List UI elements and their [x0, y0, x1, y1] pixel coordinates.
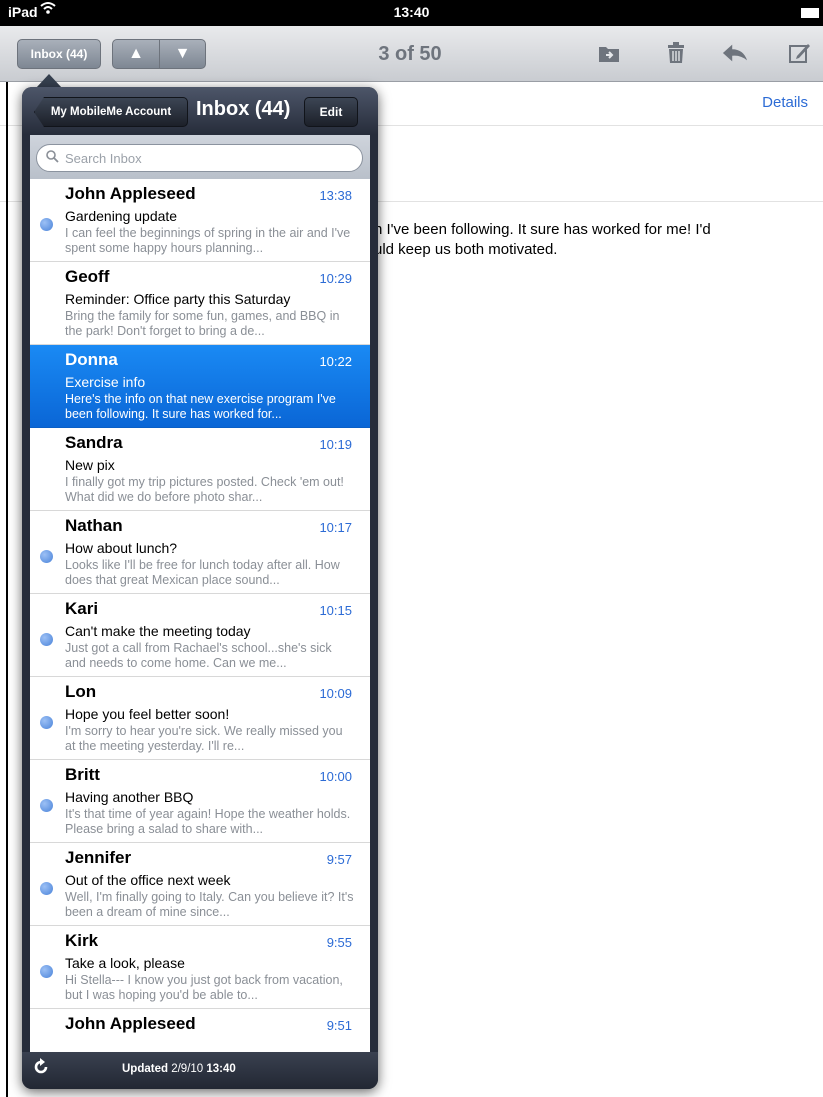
search-placeholder: Search Inbox [65, 150, 142, 166]
message-sender: Nathan [65, 516, 123, 535]
message-subject: Take a look, please [65, 955, 185, 971]
folder-move-icon[interactable] [596, 40, 622, 66]
message-sender: Kari [65, 599, 99, 618]
message-sender: Kirk [65, 931, 99, 950]
updated-label: Updated [122, 1063, 168, 1075]
inbox-popover: My MobileMe Account Inbox (44) Edit Sear… [22, 87, 378, 1089]
message-preview: I finally got my trip pictures posted. C… [65, 475, 344, 504]
back-button[interactable]: My MobileMe Account [34, 97, 188, 127]
message-preview: Well, I'm finally going to Italy. Can yo… [65, 890, 354, 919]
compose-icon[interactable] [787, 40, 813, 66]
unread-dot-icon [40, 716, 53, 729]
reply-icon[interactable] [722, 40, 748, 66]
popover-arrow [36, 74, 62, 88]
updated-time: 13:40 [206, 1063, 236, 1075]
previous-message-button[interactable]: ▲ [113, 40, 159, 68]
message-subject: Reminder: Office party this Saturday [65, 291, 291, 307]
message-sender: Lon [65, 682, 97, 701]
message-time: 10:00 [319, 769, 352, 784]
message-time: 10:09 [319, 686, 352, 701]
search-input[interactable]: Search Inbox [36, 144, 363, 172]
message-time: 9:51 [326, 1018, 352, 1033]
message-preview: Bring the family for some fun, games, an… [65, 309, 340, 338]
unread-dot-icon [40, 218, 53, 231]
unread-dot-icon [40, 965, 53, 978]
message-sender: John Appleseed [65, 184, 196, 203]
message-time: 13:38 [319, 188, 352, 203]
message-subject: Having another BBQ [65, 789, 194, 805]
edit-button[interactable]: Edit [304, 97, 358, 127]
message-time: 10:19 [319, 437, 352, 452]
next-message-button[interactable]: ▼ [158, 40, 205, 68]
body-line: uld keep us both motivated. [374, 241, 558, 258]
search-bar: Search Inbox [30, 135, 370, 179]
popover-title: Inbox (44) [196, 98, 291, 120]
message-sender: Donna [65, 350, 118, 369]
message-sender: Jennifer [65, 848, 132, 867]
popover-header: My MobileMe Account Inbox (44) Edit [22, 87, 378, 135]
status-bar: iPad 13:40 [0, 0, 823, 26]
message-list-area: Search Inbox John Appleseed 13:38 Gardenin… [30, 135, 370, 1052]
message-toolbar: Inbox (44) ▲ ▼ 3 of 50 [0, 26, 823, 82]
message-time: 10:29 [319, 271, 352, 286]
message-preview: Hi Stella--- I know you just got back fr… [65, 973, 343, 1002]
message-row[interactable]: Geoff 10:29 Reminder: Office party this Sa… [30, 262, 370, 345]
message-time: 10:15 [319, 603, 352, 618]
message-sender: Geoff [65, 267, 110, 286]
unread-dot-icon [40, 550, 53, 563]
screen-edge [6, 82, 8, 1097]
message-row[interactable]: Donna 10:22 Exercise info Here's the info o… [30, 345, 370, 428]
message-sender: John Appleseed [65, 1014, 196, 1033]
message-counter: 3 of 50 [378, 43, 442, 65]
search-icon [46, 150, 59, 166]
message-preview: I'm sorry to hear you're sick. We really… [65, 724, 343, 753]
message-row[interactable]: Nathan 10:17 How about lunch? Looks like I'… [30, 511, 370, 594]
message-body: n I've been following. It sure has worke… [374, 220, 814, 260]
message-time: 10:22 [319, 354, 352, 369]
message-sender: Sandra [65, 433, 123, 452]
message-row[interactable]: Lon 10:09 Hope you feel better soon! I'm so… [30, 677, 370, 760]
message-time: 9:55 [326, 935, 352, 950]
message-subject: Gardening update [65, 208, 178, 224]
unread-dot-icon [40, 633, 53, 646]
message-preview: Just got a call from Rachael's school...… [65, 641, 332, 670]
message-row[interactable]: John Appleseed 9:51 [30, 1009, 370, 1049]
message-preview: Here's the info on that new exercise pro… [65, 392, 336, 421]
inbox-button[interactable]: Inbox (44) [17, 39, 101, 69]
message-subject: How about lunch? [65, 540, 178, 556]
message-row[interactable]: Kirk 9:55 Take a look, please Hi Stella--- … [30, 926, 370, 1009]
message-preview: I can feel the beginnings of spring in t… [65, 226, 351, 255]
body-line: n I've been following. It sure has worke… [374, 221, 711, 238]
message-subject: Can't make the meeting today [65, 623, 251, 639]
message-row[interactable]: Jennifer 9:57 Out of the office next week W… [30, 843, 370, 926]
message-preview: It's that time of year again! Hope the w… [65, 807, 351, 836]
popover-footer: Updated 2/9/10 13:40 [22, 1052, 378, 1089]
status-time: 13:40 [393, 4, 430, 20]
unread-dot-icon [40, 882, 53, 895]
refresh-icon[interactable] [32, 1058, 50, 1082]
message-row[interactable]: John Appleseed 13:38 Gardening update I can… [30, 179, 370, 262]
message-preview: Looks like I'll be free for lunch today … [65, 558, 340, 587]
trash-icon[interactable] [663, 40, 689, 66]
message-row[interactable]: Kari 10:15 Can't make the meeting today Jus… [30, 594, 370, 677]
last-updated: Updated 2/9/10 13:40 [122, 1063, 236, 1075]
unread-dot-icon [40, 799, 53, 812]
message-row[interactable]: Britt 10:00 Having another BBQ It's that ti… [30, 760, 370, 843]
details-link[interactable]: Details [762, 94, 808, 111]
message-row[interactable]: Sandra 10:19 New pix I finally got my trip … [30, 428, 370, 511]
message-time: 9:57 [326, 852, 352, 867]
message-list: John Appleseed 13:38 Gardening update I can… [30, 179, 370, 1049]
message-subject: Exercise info [65, 374, 146, 390]
message-nav-segment: ▲ ▼ [112, 39, 206, 69]
message-sender: Britt [65, 765, 100, 784]
message-subject: Hope you feel better soon! [65, 706, 230, 722]
message-subject: New pix [65, 457, 115, 473]
updated-date: 2/9/10 [171, 1063, 204, 1075]
message-subject: Out of the office next week [65, 872, 231, 888]
message-time: 10:17 [319, 520, 352, 535]
battery-icon [801, 8, 819, 18]
